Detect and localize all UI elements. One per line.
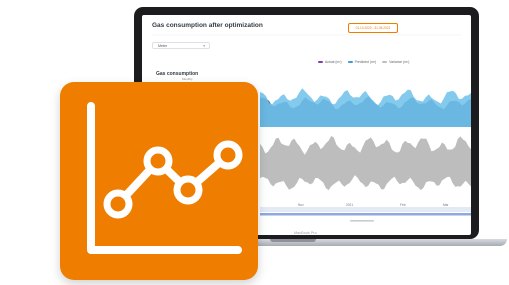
predicted-series-area <box>260 88 471 127</box>
range-navigator[interactable] <box>260 207 471 212</box>
trend-line-icon <box>115 151 231 207</box>
axes-icon <box>87 102 242 254</box>
x-axis-label: Nov <box>298 203 304 207</box>
scrollbar[interactable] <box>350 220 374 222</box>
analytics-logo-tile <box>60 82 258 280</box>
laptop-notch <box>270 239 316 242</box>
data-point-icon <box>213 140 243 170</box>
data-point-icon <box>173 175 203 205</box>
range-navigator-handle[interactable] <box>260 213 471 216</box>
data-point-icon <box>143 146 173 176</box>
x-axis-label: Mar <box>443 203 449 207</box>
line-chart-icon <box>87 102 243 254</box>
x-axis-label: 2021 <box>346 203 354 207</box>
x-axis-label: Feb <box>400 203 406 207</box>
laptop-brand: MacBook Pro <box>294 231 317 235</box>
data-point-icon <box>103 189 133 219</box>
variance-series-area <box>260 136 471 191</box>
